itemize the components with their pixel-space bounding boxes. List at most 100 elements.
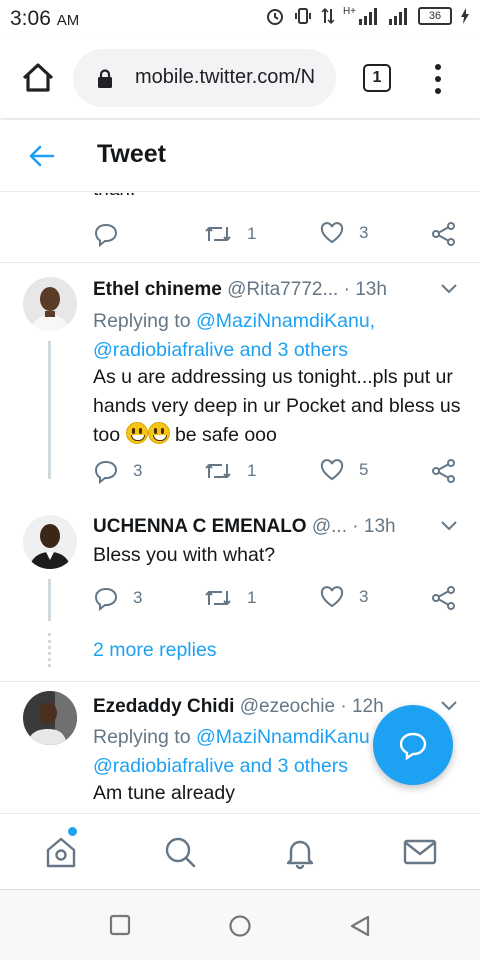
share-icon [432,586,455,610]
status-time-ampm: AM [56,12,80,29]
recent-apps-icon[interactable] [109,914,131,936]
avatar[interactable] [23,691,77,745]
browser-toolbar: mobile.twitter.com/N 1 [0,38,480,118]
retweet-count: 1 [247,224,257,243]
mention-others-link[interactable]: @radiobiafralive and 3 others [93,755,348,777]
nav-home[interactable] [43,827,79,870]
tab-count: 1 [372,69,382,86]
bottom-navigation [0,813,480,889]
nav-messages[interactable] [402,834,438,870]
reply-icon [94,587,118,611]
android-back-icon[interactable] [349,914,371,938]
mention-link[interactable]: @MaziNnamdiKanu [196,726,370,748]
tweet-actions: 3 1 5 [93,458,463,488]
share-icon [432,222,455,246]
thread-line [48,579,51,621]
mention-others-link[interactable]: @radiobiafralive and 3 others [93,339,348,361]
display-name[interactable]: Ethel chineme [93,279,222,300]
like-button[interactable]: 3 [319,221,368,245]
browser-menu-button[interactable] [430,64,446,94]
thread-line [48,341,51,479]
mention-link[interactable]: @MaziNnamdiKanu, [196,310,375,332]
page-title: Tweet [97,140,166,168]
charging-icon [461,8,469,24]
tweet-text: As u are addressing us tonight...pls put… [93,363,463,450]
home-icon [46,837,76,868]
reply-button[interactable]: 3 [93,458,142,484]
lock-icon [98,69,112,88]
retweet-button[interactable]: 1 [203,585,256,611]
retweet-button[interactable]: 1 [203,221,256,247]
chevron-down-icon[interactable] [440,698,458,712]
tweet-time[interactable]: 12h [352,696,384,717]
compose-reply-icon [399,732,427,760]
display-name[interactable]: Ezedaddy Chidi [93,696,234,717]
reply-icon [94,223,118,247]
user-handle[interactable]: @Rita7772... [227,279,338,300]
previous-tweet-text: than. [93,193,135,201]
tweet-actions: 3 1 3 [93,585,463,615]
reply-compose-button[interactable] [373,705,453,785]
display-name[interactable]: UCHENNA C EMENALO [93,516,307,537]
divider [0,262,480,263]
android-home-icon[interactable] [228,914,252,938]
browser-home-icon[interactable] [18,58,58,98]
status-bar: 3:06 AM H+ 36 [0,0,480,38]
heart-icon [320,586,344,608]
address-bar[interactable]: mobile.twitter.com/N [73,49,336,107]
data-arrows-icon [321,7,335,25]
bell-icon [286,840,314,870]
tweet-text-end: be safe ooo [174,424,277,446]
back-arrow-icon[interactable] [28,142,56,170]
home-notification-dot [68,827,77,836]
like-button[interactable]: 3 [319,585,368,609]
tweet-time[interactable]: 13h [355,279,387,300]
reply-count: 3 [133,461,143,480]
chevron-down-icon[interactable] [440,518,458,532]
reply-button[interactable] [93,221,119,247]
twitter-header: Tweet [0,120,480,192]
user-handle[interactable]: @... [312,516,347,537]
reply-count: 3 [133,588,143,607]
tweet-header: Ezedaddy Chidi @ezeochie · 12h [93,696,384,718]
retweet-icon [205,227,231,241]
vibrate-icon [294,8,311,24]
like-button[interactable]: 5 [319,458,368,482]
separator: · [352,516,359,537]
divider [0,681,480,682]
signal-icon-2 [389,8,407,25]
reply-icon [94,460,118,484]
retweet-icon [205,464,231,478]
share-icon [432,459,455,483]
separator: · [343,279,350,300]
like-count: 3 [359,587,369,606]
nav-notifications[interactable] [282,834,318,870]
tweet-time[interactable]: 13h [364,516,396,537]
status-time: 3:06 AM [10,7,79,31]
nav-search[interactable] [162,834,198,870]
android-navigation-bar [0,889,480,960]
alarm-icon [266,9,283,25]
battery-level: 36 [428,10,442,22]
heart-icon [320,222,344,244]
reply-button[interactable]: 3 [93,585,142,611]
chevron-down-icon[interactable] [440,281,458,295]
signal-icon [359,8,377,25]
avatar[interactable] [23,515,77,569]
avatar[interactable] [23,277,77,331]
tab-switcher-button[interactable]: 1 [363,64,391,92]
mail-icon [403,839,437,865]
thread-dots [48,633,51,667]
retweet-count: 1 [247,461,257,480]
share-button[interactable] [431,585,457,611]
more-replies-link[interactable]: 2 more replies [93,639,217,662]
replying-to: Replying to @MaziNnamdiKanu, @radiobiafr… [93,307,463,365]
user-handle[interactable]: @ezeochie [240,696,335,717]
battery-icon: 36 [418,7,452,25]
share-button[interactable] [431,221,457,247]
tweet-header: UCHENNA C EMENALO @... · 13h [93,516,396,538]
like-count: 3 [359,223,369,242]
share-button[interactable] [431,458,457,484]
retweet-button[interactable]: 1 [203,458,256,484]
url-text: mobile.twitter.com/N [135,66,316,88]
